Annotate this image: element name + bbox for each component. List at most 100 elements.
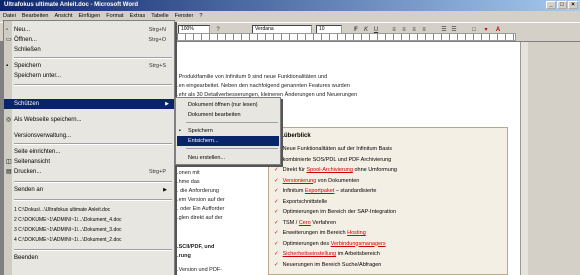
minimize-button[interactable]: _	[546, 1, 556, 9]
feature-text: Verfahren	[310, 219, 337, 226]
checkmark-icon: ✓	[274, 209, 279, 215]
checkmark-icon: ✓	[274, 219, 279, 226]
window-title: Ultrafokus ultimate Anleit.doc - Microso…	[4, 2, 139, 8]
feature-text: Neuerungen im Bereich Suche/Abfragen	[282, 261, 382, 268]
feature-item: ✓ Neuerungen im Bereich Suche/Abfragen	[274, 262, 381, 268]
submenu-item-new[interactable]: Neu erstellen...	[188, 153, 280, 163]
feature-text: Optimierungen im Bereich der SAP-Integra…	[282, 209, 397, 215]
feature-link[interactable]: Versionierung	[283, 178, 317, 184]
intro-line-1: e Produktfamilie von Infinitum 9 sind ne…	[174, 74, 328, 80]
feature-link[interactable]: Verbindungsmanagers	[331, 241, 386, 247]
menu-separator	[14, 84, 172, 86]
feature-item: ✓ Erweiterungen im Bereich Hosting	[274, 230, 366, 236]
left-col-line-4: ...em Version auf der	[174, 197, 225, 203]
feature-text: kombinierte SOS/PDL und PDF Archivierung	[282, 156, 392, 163]
submenu-item-unprotect[interactable]: Entsichern...	[177, 136, 279, 146]
feature-item: ✓ TSM / Cero Verfahren	[274, 220, 336, 226]
checkmark-icon: ✓	[274, 188, 279, 194]
new-doc-icon: ▫	[6, 27, 9, 33]
menu-item-recent-4[interactable]: 4 C:\DOKUME~1\ADMINI~1\...\Dokument_2.do…	[14, 235, 172, 245]
menu-icon-strip	[4, 21, 12, 275]
protect-submenu: Dokument öffnen (nur lesen) Dokument bea…	[175, 97, 281, 165]
feature-box-title: ...überblick	[279, 133, 311, 139]
feature-link[interactable]: Cero	[299, 220, 311, 226]
menu-item-speichern[interactable]: ▪ Speichern Strg+S	[6, 61, 172, 71]
submenu-item-open-readonly[interactable]: Dokument öffnen (nur lesen)	[188, 100, 280, 110]
menu-item-schliessen[interactable]: Schließen	[14, 45, 172, 55]
menu-item-recent-2[interactable]: 2 C:\DOKUME~1\ADMINI~1\...\Dokument_4.do…	[14, 215, 172, 225]
print-icon: ▤	[6, 169, 12, 175]
checkmark-icon: ✓	[274, 167, 279, 173]
menu-tabelle[interactable]: Tabelle	[151, 13, 168, 19]
left-heading-2: ...rung	[174, 253, 191, 259]
folder-icon: ▭	[6, 37, 12, 43]
submenu-item-save[interactable]: ▪ Speichern	[179, 126, 280, 136]
right-panel	[528, 42, 580, 275]
feature-text: Infinitum	[282, 188, 305, 194]
feature-link[interactable]: Sicherheitseinstellung	[283, 251, 337, 257]
left-col-line-6: ...glen direkt auf der	[174, 215, 223, 221]
menu-item-seitenansicht[interactable]: ◫ Seitenansicht	[6, 157, 172, 167]
feature-text: im Arbeitsbereich	[336, 251, 380, 257]
feature-text: Direkt für	[282, 167, 307, 173]
feature-item: ✓ Exportschnittstelle	[274, 199, 327, 205]
feature-text: – standardisierte	[334, 188, 377, 194]
left-heading-1: ...SCII/PDF, und	[174, 244, 215, 250]
menu-item-senden-an[interactable]: Senden an ▶	[14, 185, 172, 195]
checkmark-icon: ✓	[274, 198, 279, 205]
maximize-button[interactable]: □	[557, 1, 567, 9]
title-bar: Ultrafokus ultimate Anleit.doc - Microso…	[0, 0, 580, 11]
feature-text: Erweiterungen im Bereich	[282, 230, 348, 236]
feature-link[interactable]: Hosting	[347, 230, 366, 236]
menu-item-drucken[interactable]: ▤ Drucken... Strg+P	[6, 167, 172, 177]
menu-item-oeffnen[interactable]: ▭ Öffnen... Strg+O	[6, 35, 172, 45]
submenu-item-edit[interactable]: Dokument bearbeiten	[188, 110, 280, 120]
menu-einfuegen[interactable]: Einfügen	[79, 13, 101, 19]
ruler[interactable]	[176, 33, 516, 41]
menu-item-als-webseite[interactable]: ◎ Als Webseite speichern...	[6, 115, 172, 125]
menu-item-beenden[interactable]: Beenden	[14, 253, 172, 263]
menu-item-neu[interactable]: ▫ Neu... Strg+N	[6, 25, 172, 35]
left-footer-line: ...Version und PDF-	[174, 267, 222, 273]
menu-item-recent-3[interactable]: 3 C:\DOKUME~1\ADMINI~1\...\Dokument_3.do…	[14, 225, 172, 235]
feature-text: Exportschnittstelle	[282, 198, 328, 205]
feature-item: ✓Neue Funktionalitäten auf der Infinitum…	[274, 146, 392, 152]
menu-help[interactable]: ?	[199, 13, 202, 19]
left-col-line-3: ... die Anforderung	[174, 188, 219, 194]
intro-line-2: ...en eingearbeitet. Neben den nachfolge…	[174, 83, 350, 89]
feature-link[interactable]: Spool-Archivierung	[306, 167, 352, 173]
left-col-line-1: ...onen mit	[174, 170, 200, 176]
submenu-separator	[186, 148, 278, 149]
close-button[interactable]: ×	[568, 1, 578, 9]
feature-item: ✓ Optimierungen des Verbindungsmanagers	[274, 241, 386, 247]
menu-extras[interactable]: Extras	[130, 13, 146, 19]
feature-text: Optimierungen des	[282, 240, 331, 247]
feature-box: ...überblick ✓Neue Funktionalitäten auf …	[268, 127, 508, 275]
checkmark-icon: ✓	[274, 230, 279, 236]
menu-item-recent-1[interactable]: 1 C:\Dokus\...\Ultrafokus ultimate Anlei…	[14, 205, 172, 215]
checkmark-icon: ✓	[274, 251, 279, 257]
menu-item-schuetzen[interactable]: Schützen ▶	[4, 99, 174, 109]
left-col-line-5: ... oder Ein Aufforder	[174, 206, 225, 212]
feature-item: ✓ Versionierung von Dokumenten	[274, 178, 359, 184]
vertical-scrollbar[interactable]	[520, 42, 528, 275]
lock-icon: ▪	[179, 128, 181, 134]
feature-link[interactable]: Exportpaket	[305, 188, 334, 194]
submenu-separator	[186, 122, 278, 123]
menu-fenster[interactable]: Fenster	[175, 13, 194, 19]
submenu-arrow-icon: ▶	[163, 187, 167, 193]
feature-item: ✓ Optimierungen im Bereich der SAP-Integr…	[274, 209, 396, 215]
menu-item-seite-einrichten[interactable]: Seite einrichten...	[14, 147, 172, 157]
menu-format[interactable]: Format	[106, 13, 123, 19]
save-icon: ▪	[6, 63, 9, 69]
menu-datei[interactable]: Datei	[3, 13, 16, 19]
checkmark-icon: ✓	[274, 177, 279, 184]
menu-bearbeiten[interactable]: Bearbeiten	[22, 13, 49, 19]
preview-icon: ◫	[6, 159, 12, 165]
feature-item: ✓ Sicherheitseinstellung im Arbeitsbereic…	[274, 251, 380, 257]
menu-item-speichern-unter[interactable]: Speichern unter...	[14, 71, 172, 81]
menu-item-versionen[interactable]: Versionsverwaltung...	[14, 131, 172, 141]
menu-separator	[14, 181, 172, 183]
menu-ansicht[interactable]: Ansicht	[54, 13, 72, 19]
file-menu: ▫ Neu... Strg+N ▭ Öffnen... Strg+O Schließen…	[3, 20, 175, 275]
